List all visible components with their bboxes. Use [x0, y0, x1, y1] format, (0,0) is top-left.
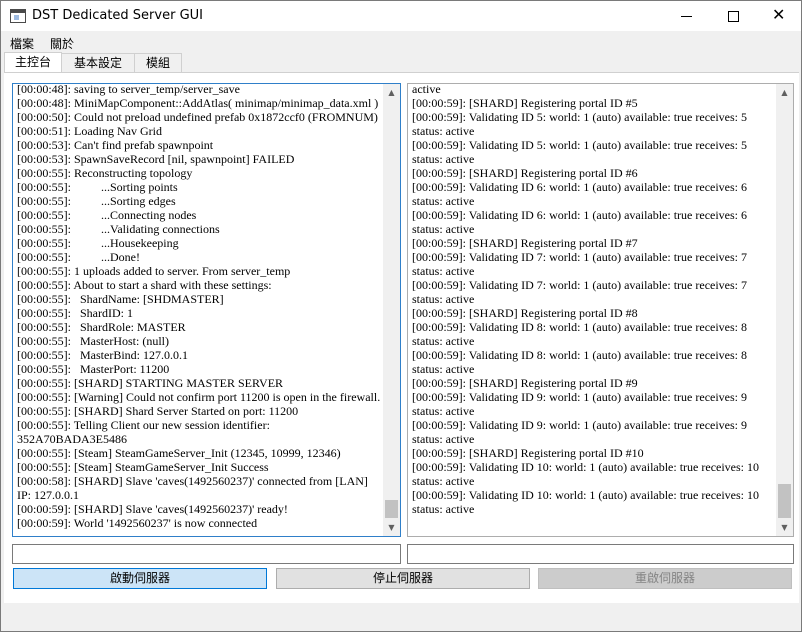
log-line: [00:00:55]: ...Sorting edges — [17, 194, 176, 208]
scrollbar-thumb[interactable] — [385, 500, 398, 518]
log-line: [00:00:55]: ...Connecting nodes — [17, 208, 197, 222]
log-line: [00:00:55]: ShardID: 1 — [17, 306, 133, 320]
log-line: [00:00:59]: [SHARD] Registering portal I… — [412, 446, 644, 460]
scroll-up-arrow-icon[interactable]: ▲ — [383, 84, 400, 101]
log-line: [00:00:59]: [SHARD] Slave 'caves(1492560… — [17, 502, 288, 516]
log-line: [00:00:55]: [Steam] SteamGameServer_Init… — [17, 460, 269, 474]
log-line: [00:00:53]: Can't find prefab spawnpoint — [17, 138, 214, 152]
caves-console-log[interactable]: active [00:00:59]: [SHARD] Registering po… — [407, 83, 794, 537]
log-line: [00:00:59]: Validating ID 6: world: 1 (a… — [412, 180, 751, 208]
tab-basic-settings[interactable]: 基本設定 — [61, 53, 135, 72]
log-line: [00:00:55]: ...Done! — [17, 250, 140, 264]
log-line: [00:00:59]: Validating ID 7: world: 1 (a… — [412, 278, 751, 306]
log-line: [00:00:55]: [SHARD] STARTING MASTER SERV… — [17, 376, 284, 390]
log-line: [00:00:55]: ...Validating connections — [17, 222, 220, 236]
log-line: [00:00:59]: [SHARD] Registering portal I… — [412, 166, 638, 180]
menu-bar: 檔案 關於 — [1, 33, 801, 53]
log-line: [00:00:55]: [Warning] Could not confirm … — [17, 390, 381, 404]
log-line: [00:00:59]: [SHARD] Registering portal I… — [412, 236, 638, 250]
minimize-icon — [681, 16, 692, 17]
log-line: [00:00:48]: saving to server_temp/server… — [17, 83, 240, 96]
menu-file[interactable]: 檔案 — [10, 35, 34, 52]
log-line: [00:00:55]: ...Sorting points — [17, 180, 178, 194]
log-line: [00:00:59]: [SHARD] Registering portal I… — [412, 96, 638, 110]
minimize-button[interactable] — [664, 1, 710, 31]
log-line: [00:00:50]: Could not preload undefined … — [17, 110, 378, 124]
log-line: [00:00:59]: Validating ID 6: world: 1 (a… — [412, 208, 751, 236]
caves-console-scrollbar[interactable]: ▲ ▼ — [776, 84, 793, 536]
master-console-scrollbar[interactable]: ▲ ▼ — [383, 84, 400, 536]
log-line: [00:00:55]: MasterPort: 11200 — [17, 362, 170, 376]
log-line: [00:00:48]: MiniMapComponent::AddAtlas( … — [17, 96, 379, 110]
caves-command-input[interactable] — [407, 544, 794, 564]
log-line: [00:00:55]: ShardName: [SHDMASTER] — [17, 292, 224, 306]
log-line: [00:00:59]: Validating ID 5: world: 1 (a… — [412, 138, 751, 166]
scroll-down-arrow-icon[interactable]: ▼ — [776, 519, 793, 536]
scrollbar-thumb[interactable] — [778, 484, 791, 518]
master-console-text: [00:00:48]: saving to server_temp/server… — [17, 83, 382, 530]
tab-mods[interactable]: 模組 — [134, 53, 182, 72]
stop-server-button[interactable]: 停止伺服器 — [276, 568, 530, 589]
log-line: [00:00:59]: Validating ID 9: world: 1 (a… — [412, 418, 751, 446]
log-line: [00:00:59]: Validating ID 7: world: 1 (a… — [412, 250, 751, 278]
scroll-down-arrow-icon[interactable]: ▼ — [383, 519, 400, 536]
log-line: [00:00:59]: Validating ID 5: world: 1 (a… — [412, 110, 751, 138]
log-line: [00:00:55]: [Steam] SteamGameServer_Init… — [17, 446, 341, 460]
title-bar[interactable]: DST Dedicated Server GUI ✕ — [1, 1, 801, 31]
log-line: [00:00:59]: Validating ID 8: world: 1 (a… — [412, 320, 751, 348]
menu-about[interactable]: 關於 — [50, 35, 74, 52]
scroll-up-arrow-icon[interactable]: ▲ — [776, 84, 793, 101]
log-line: [00:00:55]: MasterHost: (null) — [17, 334, 169, 348]
log-line: [00:00:55]: MasterBind: 127.0.0.1 — [17, 348, 188, 362]
log-line: [00:00:55]: ShardRole: MASTER — [17, 320, 186, 334]
log-line: active — [412, 83, 441, 96]
log-line: [00:00:55]: ...Housekeeping — [17, 236, 179, 250]
log-line: [00:00:55]: About to start a shard with … — [17, 278, 272, 292]
start-server-button[interactable]: 啟動伺服器 — [13, 568, 267, 589]
log-line: [00:00:59]: [SHARD] Registering portal I… — [412, 376, 638, 390]
log-line: [00:00:59]: [SHARD] Registering portal I… — [412, 306, 638, 320]
close-button[interactable]: ✕ — [756, 1, 802, 31]
master-command-input[interactable] — [12, 544, 401, 564]
log-line: [00:00:58]: [SHARD] Slave 'caves(1492560… — [17, 474, 371, 502]
log-line: [00:00:59]: Validating ID 9: world: 1 (a… — [412, 390, 751, 418]
log-line: [00:00:53]: SpawnSaveRecord [nil, spawnp… — [17, 152, 295, 166]
window-title: DST Dedicated Server GUI — [32, 8, 203, 23]
log-line: [00:00:55]: Reconstructing topology — [17, 166, 193, 180]
log-line: [00:00:55]: [SHARD] Shard Server Started… — [17, 404, 299, 418]
log-line: [00:00:59]: Validating ID 8: world: 1 (a… — [412, 348, 751, 376]
log-line: [00:00:59]: World '1492560237' is now co… — [17, 516, 258, 530]
maximize-button[interactable] — [710, 1, 756, 31]
maximize-icon — [728, 11, 739, 22]
tab-console[interactable]: 主控台 — [4, 52, 62, 73]
tab-bar: 主控台 基本設定 模組 — [1, 52, 801, 73]
log-line: [00:00:51]: Loading Nav Grid — [17, 124, 162, 138]
master-console-log[interactable]: [00:00:48]: saving to server_temp/server… — [12, 83, 401, 537]
log-line: [00:00:59]: Validating ID 10: world: 1 (… — [412, 488, 763, 516]
log-line: [00:00:59]: Validating ID 10: world: 1 (… — [412, 460, 763, 488]
log-line: [00:00:55]: Telling Client our new sessi… — [17, 418, 273, 446]
close-icon: ✕ — [772, 5, 786, 24]
caves-console-text: active [00:00:59]: [SHARD] Registering po… — [412, 83, 775, 516]
app-window-icon — [10, 9, 26, 23]
log-line: [00:00:55]: 1 uploads added to server. F… — [17, 264, 291, 278]
restart-server-button[interactable]: 重啟伺服器 — [538, 568, 792, 589]
